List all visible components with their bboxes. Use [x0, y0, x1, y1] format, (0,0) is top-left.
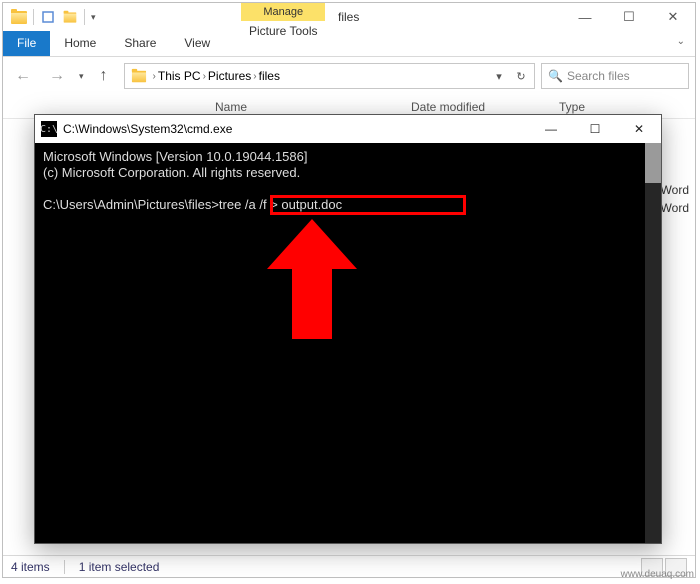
address-segment[interactable]: Pictures	[208, 69, 251, 83]
share-tab[interactable]: Share	[110, 31, 170, 56]
annotation-highlight	[270, 195, 466, 215]
back-button[interactable]: ←	[9, 62, 37, 90]
app-icon[interactable]	[9, 7, 29, 27]
cmd-output-line: (c) Microsoft Corporation. All rights re…	[43, 165, 653, 181]
cmd-body[interactable]: Microsoft Windows [Version 10.0.19044.15…	[35, 143, 661, 543]
window-title: files	[338, 10, 359, 24]
address-segment[interactable]: files	[259, 69, 280, 83]
chevron-right-icon[interactable]: ›	[201, 71, 208, 82]
cmd-output-line: Microsoft Windows [Version 10.0.19044.15…	[43, 149, 653, 165]
cmd-scrollbar-thumb[interactable]	[645, 143, 661, 183]
chevron-right-icon[interactable]: ›	[151, 71, 158, 82]
cmd-window: C:\ C:\Windows\System32\cmd.exe — ☐ ✕ Mi…	[34, 114, 662, 544]
annotation-arrow-icon	[267, 219, 357, 339]
list-item[interactable]: Word	[661, 199, 689, 217]
qat-properties-icon[interactable]	[38, 7, 58, 27]
cmd-close-button[interactable]: ✕	[617, 115, 661, 143]
column-name[interactable]: Name	[3, 100, 411, 114]
qat-chevron-icon[interactable]: ▾	[91, 12, 96, 23]
cmd-scrollbar[interactable]	[645, 143, 661, 543]
ribbon-expand-icon[interactable]: ⌄	[667, 31, 695, 56]
forward-button[interactable]: →	[43, 62, 71, 90]
cmd-title-text: C:\Windows\System32\cmd.exe	[63, 122, 232, 136]
column-date[interactable]: Date modified	[411, 100, 559, 114]
refresh-icon[interactable]: ↻	[510, 70, 532, 83]
ribbon-tabs: File Home Share View Manage Picture Tool…	[3, 31, 695, 57]
cmd-titlebar[interactable]: C:\ C:\Windows\System32\cmd.exe — ☐ ✕	[35, 115, 661, 143]
status-bar: 4 items 1 item selected	[3, 555, 695, 577]
separator	[33, 9, 34, 25]
close-button[interactable]: ✕	[651, 3, 695, 31]
search-input[interactable]: 🔍 Search files	[541, 63, 689, 89]
address-root[interactable]	[127, 70, 151, 83]
cmd-icon: C:\	[41, 121, 57, 137]
chevron-right-icon[interactable]: ›	[251, 71, 258, 82]
address-segment[interactable]: This PC	[158, 69, 201, 83]
search-icon: 🔍	[548, 69, 563, 83]
cmd-maximize-button[interactable]: ☐	[573, 115, 617, 143]
qat-newfolder-icon[interactable]	[60, 7, 80, 27]
separator	[64, 560, 65, 574]
home-tab[interactable]: Home	[50, 31, 110, 56]
address-bar[interactable]: › This PC › Pictures › files ▾ ↻	[124, 63, 535, 89]
file-tab[interactable]: File	[3, 31, 50, 56]
titlebar: ▾ files — ☐ ✕	[3, 3, 695, 31]
content-peek: Word Word	[661, 181, 689, 217]
address-dropdown-icon[interactable]: ▾	[488, 70, 510, 83]
context-tab-header[interactable]: Manage	[241, 3, 325, 21]
separator	[84, 9, 85, 25]
minimize-button[interactable]: —	[563, 3, 607, 31]
address-row: ← → ▾ ↑ › This PC › Pictures › files ▾ ↻…	[3, 57, 695, 95]
cmd-minimize-button[interactable]: —	[529, 115, 573, 143]
column-type[interactable]: Type	[559, 100, 695, 114]
history-chevron-icon[interactable]: ▾	[79, 71, 84, 82]
quick-access-toolbar: ▾	[3, 3, 96, 31]
list-item[interactable]: Word	[661, 181, 689, 199]
view-tab[interactable]: View	[170, 31, 224, 56]
picture-tools-tab[interactable]: Picture Tools	[235, 21, 331, 43]
search-placeholder: Search files	[567, 69, 630, 83]
cmd-window-controls: — ☐ ✕	[529, 115, 661, 143]
watermark: www.deuaq.com	[621, 569, 694, 580]
window-controls: — ☐ ✕	[563, 3, 695, 31]
selection-count: 1 item selected	[79, 560, 160, 574]
item-count: 4 items	[11, 560, 50, 574]
up-button[interactable]: ↑	[90, 62, 118, 90]
maximize-button[interactable]: ☐	[607, 3, 651, 31]
